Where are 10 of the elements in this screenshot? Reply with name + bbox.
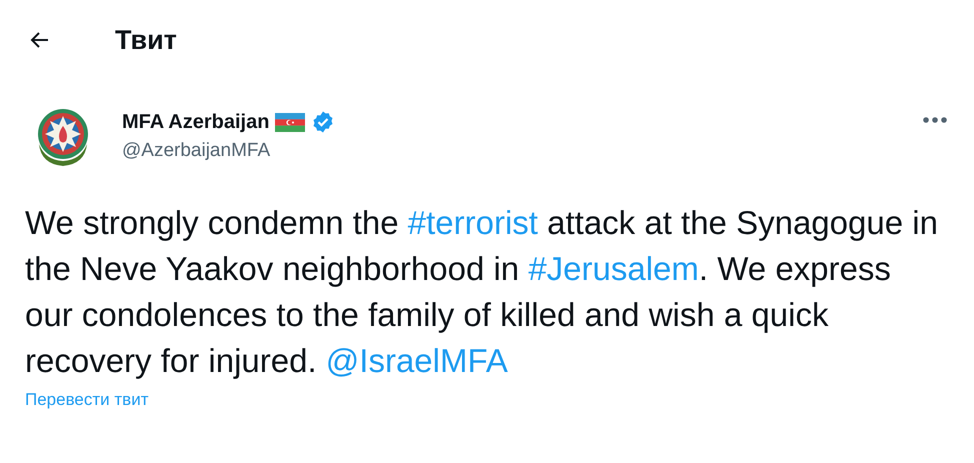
account-name[interactable]: MFA Azerbaijan bbox=[122, 110, 270, 134]
page-title: Твит bbox=[115, 24, 177, 56]
mention-link[interactable]: @IsraelMFA bbox=[326, 342, 508, 379]
hashtag-link[interactable]: #Jerusalem bbox=[528, 250, 699, 287]
more-icon[interactable] bbox=[922, 116, 948, 124]
translate-link[interactable]: Перевести твит bbox=[25, 390, 148, 410]
account-handle[interactable]: @AzerbaijanMFA bbox=[122, 140, 922, 162]
tweet-text: We strongly condemn the #terrorist attack at the Synagogue in the Neve Yaakov neighborhood in #Jerusalem. We express our condolences to the family of killed and wish a quick recovery for injured. @IsraelMFA bbox=[25, 203, 939, 381]
hashtag-link[interactable]: #terrorist bbox=[408, 204, 538, 241]
flag-icon bbox=[275, 112, 306, 132]
